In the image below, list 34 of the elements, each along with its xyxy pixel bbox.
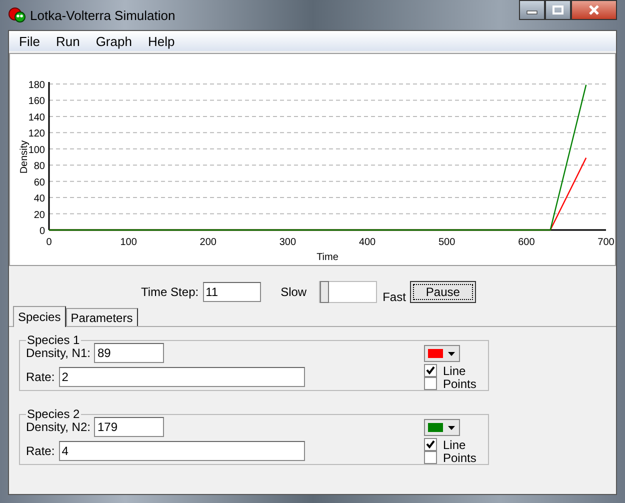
rate-label: Rate: — [26, 444, 55, 458]
points-label: Points — [443, 450, 476, 464]
x-tick-label: 400 — [358, 237, 376, 248]
x-tick-label: 700 — [598, 237, 614, 248]
slow-label: Slow — [280, 285, 307, 299]
y-tick-label: 0 — [39, 226, 45, 237]
rate-label: Rate: — [26, 370, 55, 384]
time-step-label: Time Step: — [141, 285, 199, 299]
y-tick-label: 120 — [28, 128, 45, 140]
x-tick-label: 500 — [438, 237, 456, 248]
y-tick-label: 40 — [34, 194, 45, 205]
y-tick-label: 140 — [28, 112, 45, 124]
x-tick-label: 300 — [279, 237, 296, 248]
fast-label: Fast — [382, 290, 406, 304]
x-tick-label: 0 — [46, 237, 52, 248]
group-title: Species 2 — [26, 407, 81, 421]
density-label: Density, N1: — [26, 346, 90, 360]
x-tick-label: 600 — [518, 237, 535, 248]
points-label: Points — [443, 376, 476, 390]
x-tick-label: 100 — [120, 237, 137, 248]
line-label: Line — [443, 364, 466, 378]
y-axis-title: Density — [19, 140, 30, 174]
y-tick-label: 20 — [34, 210, 45, 221]
group-title: Species 1 — [26, 333, 81, 347]
x-axis-title: Time — [316, 252, 338, 263]
density-label: Density, N2: — [26, 420, 90, 434]
y-tick-label: 60 — [34, 177, 45, 188]
window-title: Lotka-Volterra Simulation — [30, 8, 176, 22]
y-tick-label: 160 — [28, 96, 45, 108]
y-tick-label: 180 — [28, 80, 45, 91]
y-tick-label: 100 — [28, 144, 45, 156]
y-tick-label: 80 — [34, 161, 45, 172]
line-label: Line — [443, 438, 466, 452]
x-tick-label: 200 — [200, 237, 216, 248]
